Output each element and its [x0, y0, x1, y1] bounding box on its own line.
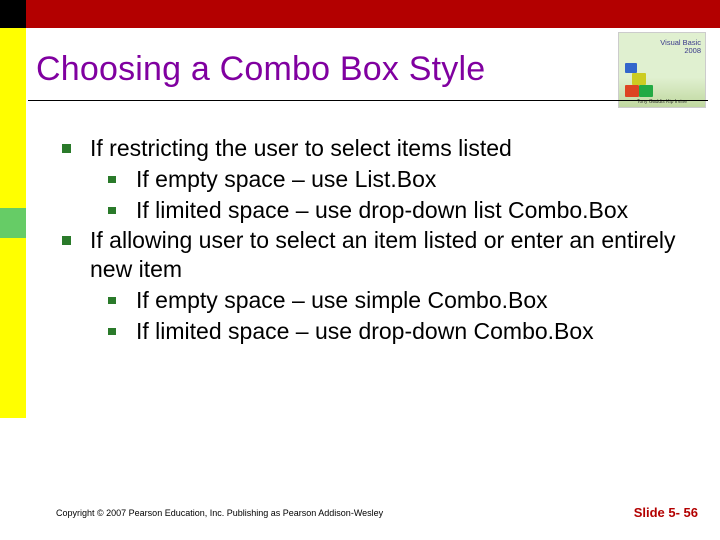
- bullet-level1: If restricting the user to select items …: [60, 134, 692, 163]
- book-cover-logo: Visual Basic 2008 Tony Gaddis Kip Irvine: [618, 32, 706, 108]
- content-area: If restricting the user to select items …: [60, 134, 692, 347]
- bullet-text: If limited space – use drop-down list Co…: [136, 197, 628, 223]
- bullet-text: If limited space – use drop-down Combo.B…: [136, 318, 594, 344]
- bullet-level2: If limited space – use drop-down list Co…: [106, 196, 692, 225]
- bullet-text: If restricting the user to select items …: [90, 135, 512, 161]
- blocks-icon: [625, 61, 665, 97]
- top-corner-block: [0, 0, 26, 28]
- slide: Visual Basic 2008 Tony Gaddis Kip Irvine…: [0, 0, 720, 540]
- bullet-level2: If empty space – use List.Box: [106, 165, 692, 194]
- bullet-text: If empty space – use simple Combo.Box: [136, 287, 548, 313]
- top-accent-bar: [0, 0, 720, 28]
- slide-number: Slide 5- 56: [634, 505, 698, 520]
- copyright-text: Copyright © 2007 Pearson Education, Inc.…: [56, 508, 383, 518]
- bullet-level2: If limited space – use drop-down Combo.B…: [106, 317, 692, 346]
- bullet-text: If allowing user to select an item liste…: [90, 227, 676, 282]
- logo-text-line2: 2008: [660, 47, 701, 55]
- title-underline: [28, 100, 708, 101]
- bullet-level2: If empty space – use simple Combo.Box: [106, 286, 692, 315]
- bullet-level1: If allowing user to select an item liste…: [60, 226, 692, 284]
- bullet-text: If empty space – use List.Box: [136, 166, 436, 192]
- slide-title: Choosing a Combo Box Style: [36, 50, 485, 89]
- left-accent-bar: [0, 28, 26, 418]
